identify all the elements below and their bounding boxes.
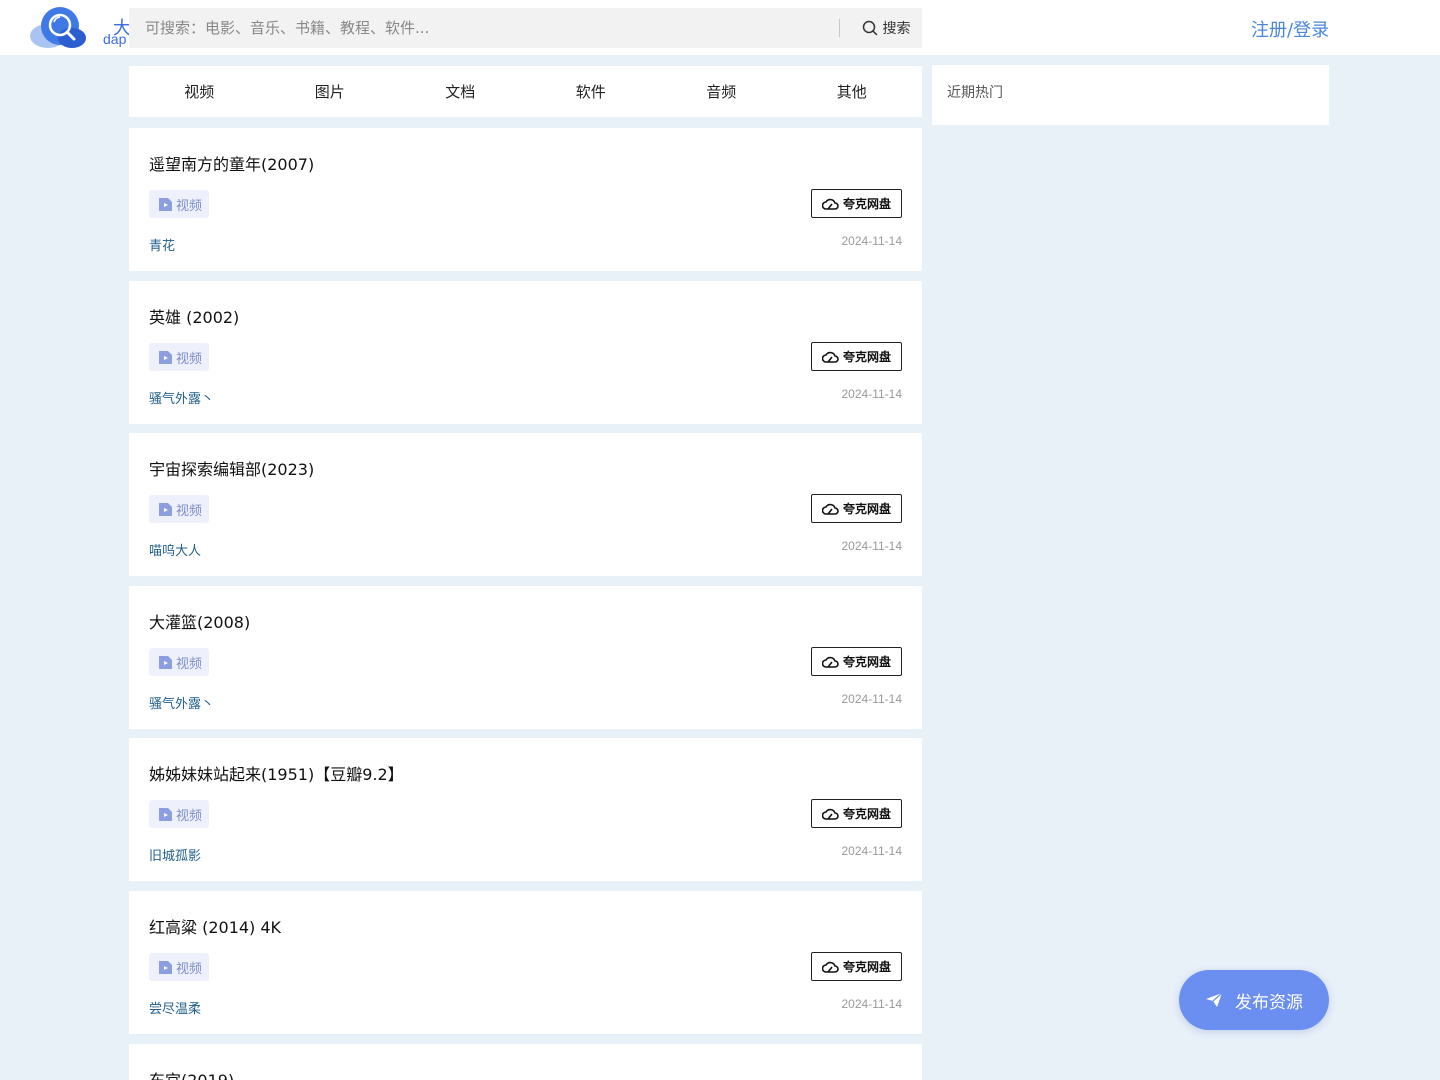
search-button-label: 搜索 [882, 21, 911, 37]
tab-software[interactable]: 软件 [526, 81, 657, 102]
publish-resource-button[interactable]: 发布资源 [1179, 970, 1329, 1030]
resource-title[interactable]: 宇宙探索编辑部(2023) [149, 456, 314, 480]
post-date: 2024-11-14 [841, 234, 903, 248]
category-tag: 视频 [149, 495, 210, 523]
post-date: 2024-11-14 [841, 844, 903, 858]
category-tag: 视频 [149, 648, 210, 676]
category-tag-label: 视频 [176, 808, 203, 824]
category-tag-label: 视频 [176, 656, 203, 672]
author-link[interactable]: 喵呜大人 [149, 540, 201, 559]
cloud-icon [821, 808, 839, 820]
search-input[interactable] [129, 8, 829, 48]
video-file-icon [159, 807, 172, 821]
cloud-icon [821, 961, 839, 973]
resource-title[interactable]: 姊姊妹妹站起来(1951)【豆瓣9.2】 [149, 761, 404, 785]
author-link[interactable]: 旧城孤影 [149, 845, 201, 864]
resource-title[interactable]: 大灌篮(2008) [149, 609, 250, 633]
resource-card: 英雄 (2002) 视频 夸克网盘 骚气外露丶 2024-11-14 [129, 281, 922, 424]
video-file-icon [159, 502, 172, 516]
category-tag-label: 视频 [176, 198, 203, 214]
video-file-icon [159, 960, 172, 974]
video-file-icon [159, 655, 172, 669]
author-link[interactable]: 青花 [149, 235, 175, 254]
tab-image[interactable]: 图片 [265, 81, 396, 102]
tab-other[interactable]: 其他 [787, 81, 918, 102]
post-date: 2024-11-14 [841, 692, 903, 706]
header: 大 dap 搜索 注册/登录 [0, 0, 1440, 55]
publish-button-label: 发布资源 [1235, 992, 1303, 1013]
quark-pan-button[interactable]: 夸克网盘 [811, 494, 902, 523]
search-divider [839, 19, 840, 37]
resource-card: 姊姊妹妹站起来(1951)【豆瓣9.2】 视频 夸克网盘 旧城孤影 2024-1… [129, 738, 922, 881]
quark-pan-button[interactable]: 夸克网盘 [811, 952, 902, 981]
cloud-icon [821, 351, 839, 363]
paper-plane-icon [1206, 992, 1223, 1007]
tab-audio[interactable]: 音频 [656, 81, 787, 102]
cloud-icon [821, 198, 839, 210]
resource-card: 遥望南方的童年(2007) 视频 夸克网盘 青花 2024-11-14 [129, 128, 922, 271]
resource-card: 红高粱 (2014) 4K 视频 夸克网盘 尝尽温柔 2024-11-14 [129, 891, 922, 1034]
resource-title[interactable]: 英雄 (2002) [149, 304, 239, 328]
author-link[interactable]: 骚气外露丶 [149, 693, 214, 712]
category-tag-label: 视频 [176, 961, 203, 977]
category-tag: 视频 [149, 190, 210, 218]
resource-card: 大灌篮(2008) 视频 夸克网盘 骚气外露丶 2024-11-14 [129, 586, 922, 729]
post-date: 2024-11-14 [841, 997, 903, 1011]
quark-pan-label: 夸克网盘 [842, 502, 891, 516]
search-icon [862, 20, 877, 36]
quark-pan-button[interactable]: 夸克网盘 [811, 342, 902, 371]
category-tag-label: 视频 [176, 351, 203, 367]
site-logo[interactable]: 大 dap [28, 6, 131, 50]
quark-pan-label: 夸克网盘 [842, 655, 891, 669]
post-date: 2024-11-14 [841, 387, 903, 401]
quark-pan-button[interactable]: 夸克网盘 [811, 799, 902, 828]
cloud-icon [821, 656, 839, 668]
quark-pan-label: 夸克网盘 [842, 197, 891, 211]
author-link[interactable]: 骚气外露丶 [149, 388, 214, 407]
logo-subtext: dap [103, 31, 127, 47]
cloud-icon [821, 503, 839, 515]
login-link[interactable]: 注册/登录 [1251, 16, 1329, 42]
quark-pan-button[interactable]: 夸克网盘 [811, 189, 902, 218]
resource-title[interactable]: 红高粱 (2014) 4K [149, 914, 281, 938]
logo-cloud-search-icon [30, 7, 86, 48]
quark-pan-label: 夸克网盘 [842, 960, 891, 974]
category-tag: 视频 [149, 953, 210, 981]
category-tabs: 视频 图片 文档 软件 音频 其他 [129, 66, 922, 117]
resource-card: 宇宙探索编辑部(2023) 视频 夸克网盘 喵呜大人 2024-11-14 [129, 433, 922, 576]
post-date: 2024-11-14 [841, 539, 903, 553]
quark-pan-button[interactable]: 夸克网盘 [811, 647, 902, 676]
category-tag: 视频 [149, 343, 210, 371]
video-file-icon [159, 350, 172, 364]
tab-video[interactable]: 视频 [134, 81, 265, 102]
hot-panel-title: 近期热门 [947, 85, 1003, 101]
quark-pan-label: 夸克网盘 [842, 807, 891, 821]
category-tag: 视频 [149, 800, 210, 828]
tab-document[interactable]: 文档 [395, 81, 526, 102]
category-tag-label: 视频 [176, 503, 203, 519]
hot-panel: 近期热门 [932, 65, 1329, 125]
resource-card: 东宫(2019) [129, 1044, 922, 1080]
author-link[interactable]: 尝尽温柔 [149, 998, 201, 1017]
search-box: 搜索 [129, 8, 922, 48]
resource-title[interactable]: 东宫(2019) [149, 1067, 234, 1080]
video-file-icon [159, 197, 172, 211]
resource-title[interactable]: 遥望南方的童年(2007) [149, 151, 314, 175]
quark-pan-label: 夸克网盘 [842, 350, 891, 364]
search-button[interactable]: 搜索 [851, 8, 921, 48]
